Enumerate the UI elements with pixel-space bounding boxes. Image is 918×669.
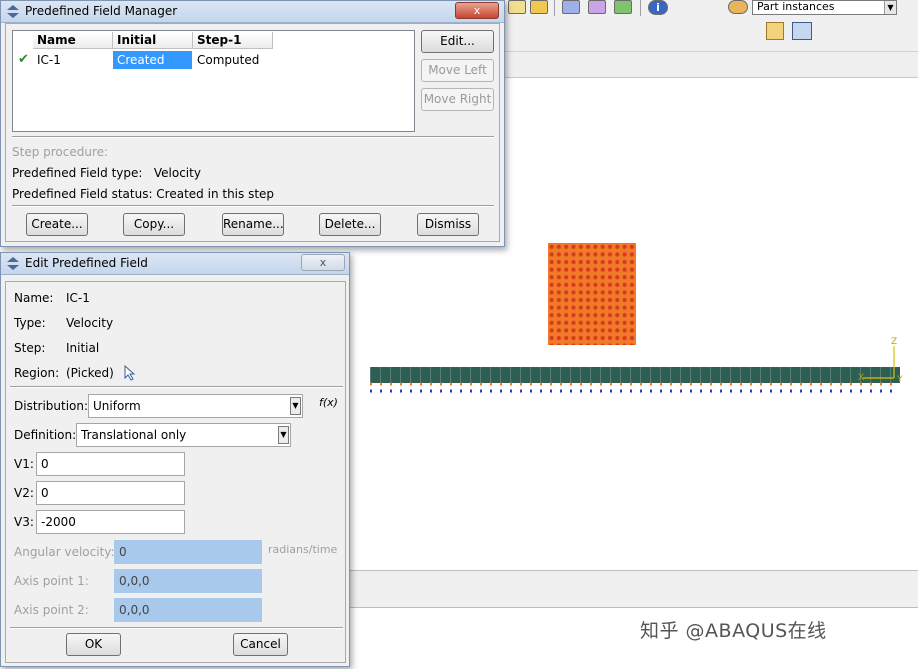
divider <box>10 627 343 629</box>
step-label: Step: <box>14 341 46 355</box>
editor-titlebar[interactable]: Edit Predefined Field x <box>1 253 349 275</box>
cell-step-1[interactable]: Computed <box>193 51 273 69</box>
box-icon[interactable] <box>530 0 548 14</box>
open-box-icon[interactable] <box>508 0 526 14</box>
watermark: 知乎 @ABAQUS在线 <box>640 620 827 642</box>
definition-value: Translational only <box>81 428 187 442</box>
angular-velocity-input[interactable]: 0 <box>114 540 262 564</box>
edit-button[interactable]: Edit... <box>421 30 494 53</box>
info-icon[interactable]: i <box>648 0 668 15</box>
triad-z-label: Z <box>891 337 897 347</box>
angular-velocity-label: Angular velocity: <box>14 545 115 559</box>
v1-input[interactable]: 0 <box>36 452 185 476</box>
mesh-cube-icon[interactable] <box>562 0 580 14</box>
cancel-button[interactable]: Cancel <box>233 633 288 656</box>
divider <box>12 136 494 138</box>
definition-select[interactable]: Translational only ▼ <box>76 423 291 447</box>
v2-input[interactable]: 0 <box>36 481 185 505</box>
name-value: IC-1 <box>66 291 90 305</box>
part-instances-combo[interactable]: Part instances ▼ <box>752 0 897 15</box>
type-value: Velocity <box>66 316 114 330</box>
column-header-name[interactable]: Name <box>33 32 113 49</box>
dismiss-button[interactable]: Dismiss <box>417 213 479 236</box>
column-header-initial[interactable]: Initial <box>113 32 193 49</box>
delete-button[interactable]: Delete... <box>319 213 381 236</box>
impactor-block <box>548 243 636 345</box>
v1-label: V1: <box>14 457 34 471</box>
divider <box>10 386 343 388</box>
region-value: (Picked) <box>66 366 114 380</box>
distribution-label: Distribution: <box>14 399 89 413</box>
name-label: Name: <box>14 291 54 305</box>
toolbar-separator <box>640 0 641 16</box>
distribution-value: Uniform <box>93 399 141 413</box>
triad-x-label: X <box>858 373 864 383</box>
create-button[interactable]: Create... <box>26 213 88 236</box>
ok-button[interactable]: OK <box>66 633 121 656</box>
axis-point-1-input[interactable]: 0,0,0 <box>114 569 262 593</box>
angular-velocity-unit: radians/time <box>268 543 338 556</box>
axis-point-2-label: Axis point 2: <box>14 603 89 617</box>
step-value: Initial <box>66 341 100 355</box>
dashed-cube-icon[interactable] <box>588 0 606 14</box>
manager-title: Predefined Field Manager <box>25 4 178 18</box>
dialog-arrows-icon <box>7 5 19 18</box>
column-header-step-1[interactable]: Step-1 <box>193 32 273 49</box>
copy-button[interactable]: Copy... <box>123 213 185 236</box>
v2-label: V2: <box>14 486 34 500</box>
editor-close-button[interactable]: x <box>301 254 345 271</box>
predefined-field-table: Name Initial Step-1 ✔ IC-1 Created Compu… <box>12 30 415 132</box>
row-check-icon: ✔ <box>18 52 29 67</box>
predefined-field-manager-dialog: Predefined Field Manager x Name Initial … <box>0 0 505 247</box>
toolbar-separator <box>554 0 555 16</box>
axis-point-1-label: Axis point 1: <box>14 574 89 588</box>
axis-point-2-input[interactable]: 0,0,0 <box>114 598 262 622</box>
type-label: Type: <box>14 316 46 330</box>
field-type-line: Predefined Field type: Velocity <box>12 166 201 180</box>
message-area <box>348 570 918 608</box>
table-view-icon[interactable] <box>792 22 812 40</box>
part-instances-value: Part instances <box>757 0 835 13</box>
chevron-down-icon[interactable]: ▼ <box>884 1 896 14</box>
move-right-button[interactable]: Move Right <box>421 88 494 111</box>
palette-icon[interactable] <box>728 0 748 14</box>
step-procedure-label: Step procedure: <box>12 145 109 159</box>
triad-y-label: Y <box>896 375 903 385</box>
instance-tree-icon[interactable] <box>766 22 784 40</box>
cell-name[interactable]: IC-1 <box>33 51 113 69</box>
edit-region-arrow-icon[interactable] <box>124 365 136 381</box>
chevron-down-icon[interactable]: ▼ <box>278 426 289 444</box>
v3-input[interactable]: -2000 <box>36 510 185 534</box>
manager-close-button[interactable]: x <box>455 2 499 19</box>
base-plate <box>370 367 900 383</box>
divider <box>12 205 494 207</box>
dialog-arrows-icon <box>7 257 19 270</box>
rename-button[interactable]: Rename... <box>222 213 284 236</box>
green-cube-icon[interactable] <box>614 0 632 14</box>
fx-button[interactable]: f(x) <box>319 396 338 409</box>
manager-titlebar[interactable]: Predefined Field Manager x <box>1 1 504 23</box>
cell-initial[interactable]: Created <box>113 51 192 69</box>
field-status-line: Predefined Field status: Created in this… <box>12 187 275 201</box>
edit-predefined-field-dialog: Edit Predefined Field x Name: IC-1 Type:… <box>0 252 350 667</box>
editor-body: Name: IC-1 Type: Velocity Step: Initial … <box>5 281 346 663</box>
chevron-down-icon[interactable]: ▼ <box>290 397 301 415</box>
move-left-button[interactable]: Move Left <box>421 59 494 82</box>
region-label: Region: <box>14 366 60 380</box>
definition-label: Definition: <box>14 428 77 442</box>
manager-body: Name Initial Step-1 ✔ IC-1 Created Compu… <box>5 23 500 242</box>
distribution-select[interactable]: Uniform ▼ <box>88 394 303 418</box>
editor-title: Edit Predefined Field <box>25 256 148 270</box>
v3-label: V3: <box>14 515 34 529</box>
